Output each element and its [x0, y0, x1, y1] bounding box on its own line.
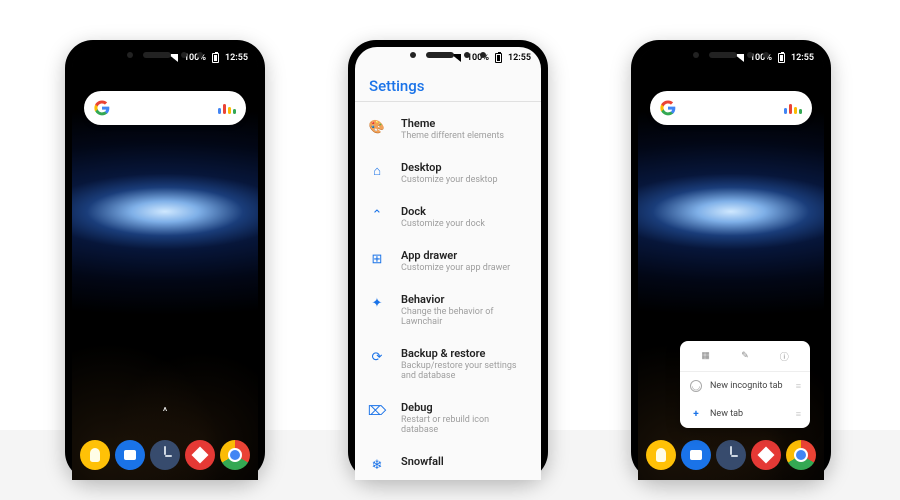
settings-row-behavior[interactable]: ✦ BehaviorChange the behavior of Lawnchai…	[355, 283, 541, 337]
dock-app-chrome[interactable]	[220, 440, 250, 470]
settings-row-debug[interactable]: ⌦ DebugRestart or rebuild icon database	[355, 391, 541, 445]
settings-item-title: Dock	[401, 205, 527, 218]
google-logo-icon	[94, 100, 110, 116]
settings-row-backup-restore[interactable]: ⟳ Backup & restoreBackup/restore your set…	[355, 337, 541, 391]
shortcut-label: New incognito tab	[710, 381, 783, 391]
settings-item-title: Behavior	[401, 293, 527, 306]
dock-icon: ⌃	[369, 207, 385, 223]
settings-row-snowfall[interactable]: ❄ Snowfall	[355, 445, 541, 480]
plus-icon: +	[690, 408, 702, 420]
phone-context-menu-screen: 100% 12:55 ▦ ✎ ⓘ ◡ New incognito tab	[631, 40, 831, 480]
settings-item-subtitle: Customize your app drawer	[401, 263, 527, 273]
settings-item-title: Desktop	[401, 161, 527, 174]
status-bar: 100% 12:55	[355, 47, 541, 69]
context-menu-top-actions: ▦ ✎ ⓘ	[680, 341, 810, 372]
bug-icon: ⌦	[369, 403, 385, 419]
settings-item-title: App drawer	[401, 249, 527, 262]
restore-icon: ⟳	[369, 349, 385, 365]
palette-icon: 🎨	[369, 119, 385, 135]
dock-app-settings[interactable]	[751, 440, 781, 470]
phone-sensors	[631, 52, 831, 58]
search-widget[interactable]	[650, 91, 812, 125]
settings-row-dock[interactable]: ⌃ DockCustomize your dock	[355, 195, 541, 239]
settings-item-subtitle: Change the behavior of Lawnchair	[401, 307, 527, 327]
settings-item-title: Backup & restore	[401, 347, 527, 360]
settings-item-subtitle: Restart or rebuild icon database	[401, 415, 527, 435]
settings-row-app-drawer[interactable]: ⊞ App drawerCustomize your app drawer	[355, 239, 541, 283]
dock-app-chrome[interactable]	[786, 440, 816, 470]
dock-app-tips[interactable]	[80, 440, 110, 470]
settings-item-subtitle: Customize your dock	[401, 219, 527, 229]
drag-handle-icon[interactable]: ≡	[796, 409, 800, 420]
assistant-icon[interactable]	[784, 102, 802, 114]
settings-title: Settings	[369, 77, 425, 95]
settings-item-subtitle: Theme different elements	[401, 131, 527, 141]
dock-app-duo[interactable]	[115, 440, 145, 470]
settings-item-subtitle: Customize your desktop	[401, 175, 527, 185]
edit-icon[interactable]: ✎	[738, 349, 752, 363]
phone-home-screen: 100% 12:55 ^	[65, 40, 265, 480]
chrome-context-menu: ▦ ✎ ⓘ ◡ New incognito tab ≡ + New tab ≡	[680, 341, 810, 428]
settings-item-subtitle: Backup/restore your settings and databas…	[401, 361, 527, 381]
assistant-icon[interactable]	[218, 102, 236, 114]
snow-icon: ❄	[369, 457, 385, 473]
status-bar: 100% 12:55	[72, 47, 258, 69]
phone-sensors	[65, 52, 265, 58]
settings-item-title: Debug	[401, 401, 527, 414]
dock-app-settings[interactable]	[185, 440, 215, 470]
settings-list[interactable]: 🎨ThemeTheme different elements⌂DesktopCu…	[355, 107, 541, 480]
dock-app-duo[interactable]	[681, 440, 711, 470]
settings-row-desktop[interactable]: ⌂ DesktopCustomize your desktop	[355, 151, 541, 195]
dock	[646, 440, 816, 470]
phone-settings-screen: 100% 12:55 Settings 🎨 ThemeTheme differen…	[348, 40, 548, 480]
info-icon[interactable]: ⓘ	[777, 349, 791, 363]
dock	[80, 440, 250, 470]
settings-item-title: Snowfall	[401, 455, 527, 468]
dock-app-clock[interactable]	[150, 440, 180, 470]
dock-app-clock[interactable]	[716, 440, 746, 470]
home-icon: ⌂	[369, 163, 385, 179]
drag-handle-icon[interactable]: ≡	[796, 381, 800, 392]
google-logo-icon	[660, 100, 676, 116]
phone-sensors	[348, 52, 548, 58]
shortcut-new-incognito-tab[interactable]: ◡ New incognito tab ≡	[680, 372, 810, 400]
widgets-icon[interactable]: ▦	[699, 349, 713, 363]
dock-app-tips[interactable]	[646, 440, 676, 470]
grid-icon: ⊞	[369, 251, 385, 267]
settings-item-title: Theme	[401, 117, 527, 130]
divider	[355, 101, 541, 102]
shortcut-new-tab[interactable]: + New tab ≡	[680, 400, 810, 428]
search-widget[interactable]	[84, 91, 246, 125]
status-bar: 100% 12:55	[638, 47, 824, 69]
sparkle-icon: ✦	[369, 295, 385, 311]
settings-row-theme[interactable]: 🎨 ThemeTheme different elements	[355, 107, 541, 151]
app-drawer-handle[interactable]: ^	[163, 405, 168, 418]
shortcut-label: New tab	[710, 409, 743, 419]
incognito-icon: ◡	[690, 380, 702, 392]
